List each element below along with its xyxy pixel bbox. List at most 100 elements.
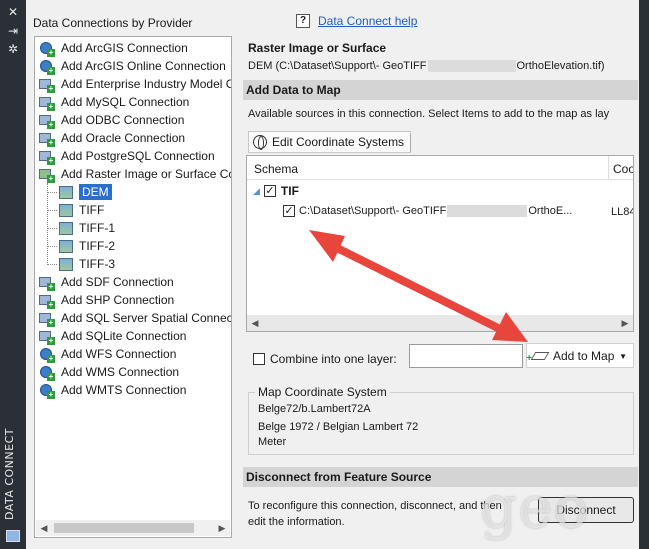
source-path-end: OrthoElevation.tif)	[516, 60, 605, 72]
db-plus-icon: +	[39, 292, 55, 309]
edit-coordinate-systems-button[interactable]: Edit Coordinate Systems	[248, 131, 412, 153]
tree-item-wms[interactable]: + Add WMS Connection	[39, 363, 179, 381]
palette-title: DATA CONNECT	[3, 428, 16, 520]
tree-child-tiff[interactable]: TIFF	[59, 201, 104, 219]
tree-child-tiff-3[interactable]: TIFF-3	[59, 255, 115, 273]
tree-item-label: Add ArcGIS Connection	[61, 41, 188, 55]
tree-item-enterprise[interactable]: + Add Enterprise Industry Model C	[39, 75, 232, 93]
tree-item-label: Add Raster Image or Surface Co	[61, 167, 232, 181]
tree-child-dem[interactable]: DEM	[59, 183, 112, 201]
db-plus-icon: +	[39, 328, 55, 345]
tree-connector	[47, 192, 57, 193]
scroll-left-icon[interactable]: ◀	[36, 520, 52, 536]
tree-connector	[47, 183, 48, 265]
combine-layer-option[interactable]: Combine into one layer:	[253, 352, 397, 366]
available-sources-text: Available sources in this connection. Se…	[248, 108, 610, 120]
dropdown-caret-icon[interactable]: ▼	[619, 352, 627, 361]
tree-item-shp[interactable]: + Add SHP Connection	[39, 291, 174, 309]
scroll-right-icon[interactable]: ▶	[617, 315, 633, 331]
tree-child-tiff-1[interactable]: TIFF-1	[59, 219, 115, 237]
column-separator	[608, 156, 609, 180]
globe-plus-icon: +	[39, 58, 55, 75]
settings-icon[interactable]: ✲	[7, 43, 19, 55]
tree-item-label: Add SQLite Connection	[61, 329, 187, 343]
tree-item-label: Add ArcGIS Online Connection	[61, 59, 226, 73]
watermark-logo: geo	[480, 473, 590, 541]
item-coordinate-system: LL84	[611, 206, 634, 218]
schema-group-row[interactable]: ◢ ✓ TIF	[253, 184, 299, 198]
map-cs-units: Meter	[258, 436, 287, 448]
tree-item-label: Add SQL Server Spatial Connect	[61, 311, 232, 325]
combine-label: Combine into one layer:	[270, 352, 397, 366]
group-label: TIF	[280, 184, 299, 198]
map-coordinate-system-group: Map Coordinate System Belge72/b.Lambert7…	[248, 385, 634, 455]
tree-connector	[47, 264, 57, 265]
help-icon[interactable]: ?	[296, 14, 310, 28]
provider-tree[interactable]: + Add ArcGIS Connection + Add ArcGIS Onl…	[34, 36, 232, 538]
scroll-right-icon[interactable]: ▶	[214, 520, 230, 536]
tree-item-odbc[interactable]: + Add ODBC Connection	[39, 111, 184, 129]
add-layer-icon: +	[526, 351, 550, 364]
schema-item-row[interactable]: ✓ C:\Dataset\Support\- GeoTIFF OrthoE...	[283, 205, 572, 217]
tree-item-label: Add SHP Connection	[61, 293, 175, 307]
item-checkbox[interactable]: ✓	[283, 205, 295, 217]
add-data-heading: Add Data to Map	[243, 80, 638, 100]
source-title: Raster Image or Surface	[248, 41, 387, 55]
redacted-text	[427, 60, 516, 73]
pin-icon[interactable]: ⇥	[7, 25, 19, 37]
map-cs-name: Belge 1972 / Belgian Lambert 72	[258, 421, 419, 433]
tree-item-arcgis[interactable]: + Add ArcGIS Connection	[39, 39, 188, 57]
tree-connector	[47, 210, 57, 211]
grid-horizontal-scrollbar[interactable]: ◀ ▶	[247, 315, 633, 331]
raster-icon	[59, 239, 73, 253]
tree-item-label: Add Enterprise Industry Model C	[61, 77, 232, 91]
layer-name-input[interactable]	[409, 344, 523, 368]
globe-plus-icon: +	[39, 346, 55, 363]
db-plus-icon: +	[39, 76, 55, 93]
toolbar-separator	[410, 134, 411, 152]
help-row: ? Data Connect help	[296, 14, 417, 28]
tree-item-postgresql[interactable]: + Add PostgreSQL Connection	[39, 147, 215, 165]
tree-child-label: DEM	[79, 184, 112, 200]
tree-item-arcgis-online[interactable]: + Add ArcGIS Online Connection	[39, 57, 226, 75]
db-plus-icon: +	[39, 94, 55, 111]
tree-item-label: Add SDF Connection	[61, 275, 174, 289]
globe-plus-icon: +	[39, 40, 55, 57]
tree-item-raster[interactable]: + Add Raster Image or Surface Co	[39, 165, 232, 183]
db-plus-icon: +	[39, 310, 55, 327]
expand-triangle-icon[interactable]: ◢	[253, 186, 260, 197]
grid-header: Schema Coo	[247, 156, 633, 180]
tree-item-wmts[interactable]: + Add WMTS Connection	[39, 381, 186, 399]
data-connect-icon	[6, 530, 20, 542]
raster-icon	[59, 185, 73, 199]
tree-item-label: Add MySQL Connection	[61, 95, 190, 109]
globe-plus-icon: +	[39, 382, 55, 399]
tree-child-tiff-2[interactable]: TIFF-2	[59, 237, 115, 255]
scroll-left-icon[interactable]: ◀	[247, 315, 263, 331]
tree-item-wfs[interactable]: + Add WFS Connection	[39, 345, 176, 363]
tree-item-label: Add WFS Connection	[61, 347, 177, 361]
db-plus-icon: +	[39, 130, 55, 147]
tree-item-oracle[interactable]: + Add Oracle Connection	[39, 129, 185, 147]
db-plus-icon: +	[39, 274, 55, 291]
tree-horizontal-scrollbar[interactable]: ◀ ▶	[36, 520, 230, 536]
add-to-map-button[interactable]: + Add to Map ▼	[526, 343, 634, 368]
tree-connector	[47, 228, 57, 229]
tree-item-sqlite[interactable]: + Add SQLite Connection	[39, 327, 186, 345]
raster-plus-icon: +	[39, 166, 55, 183]
help-link[interactable]: Data Connect help	[318, 14, 417, 28]
tree-item-label: Add Oracle Connection	[61, 131, 186, 145]
group-checkbox[interactable]: ✓	[263, 185, 276, 197]
tree-item-sdf[interactable]: + Add SDF Connection	[39, 273, 174, 291]
close-icon[interactable]: ✕	[7, 6, 19, 18]
disconnect-description: To reconfigure this connection, disconne…	[248, 500, 502, 528]
tree-item-sqlserver[interactable]: + Add SQL Server Spatial Connect	[39, 309, 232, 327]
combine-checkbox[interactable]	[253, 353, 265, 365]
column-header-coord[interactable]: Coo	[613, 162, 633, 176]
column-header-schema[interactable]: Schema	[254, 162, 298, 176]
tree-connector	[47, 246, 57, 247]
scroll-thumb[interactable]	[54, 523, 194, 533]
schema-grid[interactable]: Schema Coo ◢ ✓ TIF ✓ C:\Dataset\Support\…	[246, 155, 634, 332]
redacted-text	[447, 205, 528, 217]
tree-item-mysql[interactable]: + Add MySQL Connection	[39, 93, 189, 111]
